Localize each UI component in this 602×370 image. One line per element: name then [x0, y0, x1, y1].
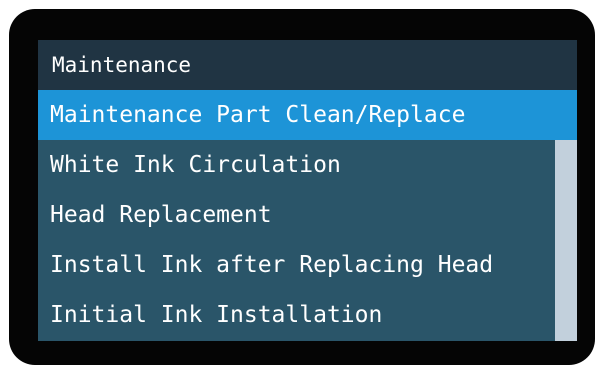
menu-item-maintenance-part-clean-replace[interactable]: Maintenance Part Clean/Replace — [38, 90, 555, 140]
menu-item-initial-ink-installation[interactable]: Initial Ink Installation — [38, 290, 555, 340]
menu-list: Maintenance Part Clean/Replace White Ink… — [38, 90, 555, 341]
menu-item-white-ink-circulation[interactable]: White Ink Circulation — [38, 140, 555, 190]
menu-item-head-replacement[interactable]: Head Replacement — [38, 190, 555, 240]
menu-item-install-ink-after-replacing-head[interactable]: Install Ink after Replacing Head — [38, 240, 555, 290]
display-screen: Maintenance Maintenance Part Clean/Repla… — [38, 40, 577, 341]
scrollbar-thumb[interactable] — [555, 90, 577, 140]
menu-title: Maintenance — [38, 40, 577, 90]
scrollbar[interactable] — [555, 90, 577, 341]
